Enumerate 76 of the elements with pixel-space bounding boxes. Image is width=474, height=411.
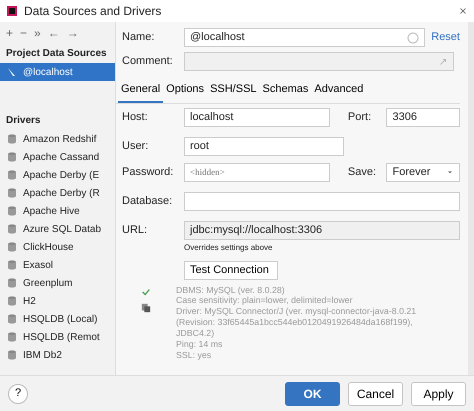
driver-item[interactable]: Greenplum <box>0 274 115 292</box>
database-icon <box>6 277 18 289</box>
section-heading: Drivers <box>5 114 42 128</box>
field-label: Database: <box>122 194 174 209</box>
result-line: Ping: 14 ms <box>176 339 224 350</box>
database-field[interactable] <box>184 192 460 210</box>
comment-field[interactable] <box>184 52 454 71</box>
result-line: DBMS: MySQL (ver. 8.0.28) <box>176 284 286 296</box>
field-label: User: <box>122 138 150 154</box>
database-icon <box>6 223 18 235</box>
result-line: Case sensitivity: plain=lower, delimited=lower <box>176 295 354 306</box>
host-field[interactable]: localhost <box>184 108 330 126</box>
tab[interactable]: Advanced <box>311 79 366 102</box>
expand-icon <box>438 56 448 66</box>
driver-item[interactable]: Exasol <box>0 256 115 274</box>
field-label: Comment: <box>122 54 174 70</box>
reset-link[interactable]: Reset <box>431 29 460 46</box>
url-field[interactable]: jdbc:mysql://localhost:3306 <box>184 220 460 240</box>
driver-item[interactable]: Apache Derby (R <box>0 184 115 202</box>
database-icon <box>6 151 18 163</box>
driver-item[interactable]: Apache Cassand <box>0 148 115 166</box>
toolbar-button[interactable]: ← <box>48 24 60 42</box>
database-icon <box>6 349 18 361</box>
driver-item[interactable]: HSQLDB (Remot <box>0 328 115 346</box>
circle-icon <box>407 32 420 44</box>
port-field[interactable]: 3306 <box>386 108 460 126</box>
section-heading: Project Data Sources <box>5 47 108 61</box>
window-title: Data Sources and Drivers <box>24 3 162 20</box>
toolbar-button[interactable]: − <box>20 24 28 42</box>
copy-icon <box>141 302 151 312</box>
tab[interactable]: SSH/SSL <box>207 79 260 102</box>
toolbar-button[interactable]: » <box>34 24 41 42</box>
help-button[interactable]: ? <box>8 384 28 404</box>
field-label: Host: <box>122 110 149 125</box>
field-label: Port: <box>348 110 372 125</box>
app-icon <box>6 5 18 17</box>
driver-item[interactable]: HSQLDB (Local) <box>0 310 115 328</box>
field-label: Save: <box>348 164 378 180</box>
data-source-item[interactable]: @localhost <box>0 63 115 81</box>
driver-item[interactable]: Amazon Redshif <box>0 130 115 148</box>
driver-item[interactable]: IBM Db2 <box>0 346 115 364</box>
close-icon <box>458 6 468 16</box>
save-dropdown[interactable]: Forever <box>386 162 460 182</box>
dialog-button[interactable]: Cancel <box>348 382 403 406</box>
tab[interactable]: Schemas <box>260 79 312 102</box>
field-label: Password: <box>122 164 174 180</box>
driver-item[interactable]: Apache Hive <box>0 202 115 220</box>
database-icon <box>6 295 18 307</box>
password-field[interactable]: <hidden> <box>184 162 330 182</box>
database-icon <box>6 241 18 253</box>
toolbar-button[interactable]: → <box>66 24 79 42</box>
result-line: Driver: MySQL Connector/J (ver. mysql-connector-java-8.0.21 (Revision: 33f65445a1bcc544eb0120491926484da168f199), JDBC4.2) <box>176 306 418 340</box>
dialog-button[interactable]: Apply <box>411 382 466 406</box>
test-connection-button[interactable]: Test Connection <box>184 260 278 280</box>
user-field[interactable]: root <box>184 136 344 156</box>
field-label: URL: <box>122 222 148 238</box>
driver-item[interactable]: Azure SQL Datab <box>0 220 115 238</box>
hint-text: Overrides settings above <box>184 242 274 254</box>
dialog-button[interactable]: OK <box>285 382 340 406</box>
database-icon <box>6 169 18 181</box>
database-icon <box>6 313 18 325</box>
driver-item[interactable]: Apache Derby (E <box>0 166 115 184</box>
field-label: Name: <box>122 30 156 46</box>
database-icon <box>6 133 18 145</box>
database-icon <box>6 205 18 217</box>
database-icon <box>6 187 18 199</box>
tab[interactable]: General <box>118 79 164 102</box>
toolbar-button[interactable]: + <box>6 24 14 42</box>
result-line: SSL: yes <box>176 350 212 362</box>
driver-item[interactable]: ClickHouse <box>0 238 115 256</box>
database-icon <box>6 259 18 271</box>
name-field[interactable]: @localhost <box>184 28 426 47</box>
driver-item[interactable]: H2 <box>0 292 115 310</box>
check-icon <box>141 286 151 296</box>
tab[interactable]: Options <box>163 79 208 102</box>
database-icon <box>6 331 18 343</box>
